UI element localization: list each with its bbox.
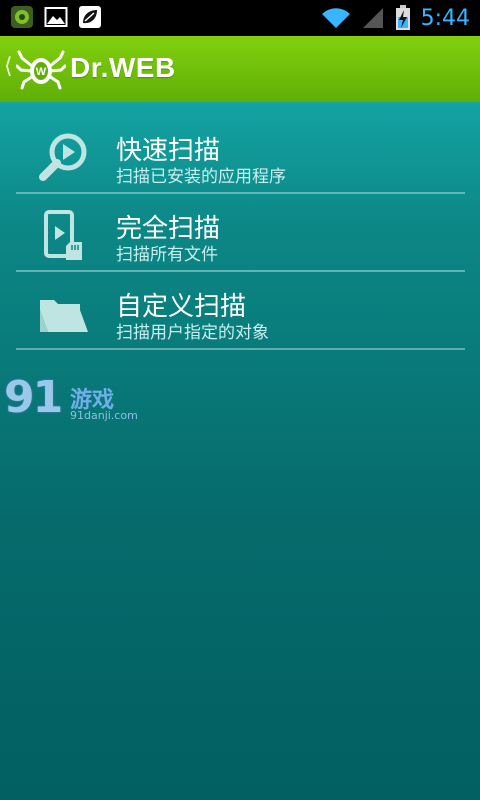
app-notification-icon [11, 6, 33, 28]
watermark-url: 91danji.com [70, 409, 138, 422]
signal-icon [362, 8, 383, 28]
full-scan-item[interactable]: 完全扫描 扫描所有文件 [16, 194, 465, 272]
menu-item-subtitle: 扫描已安装的应用程序 [116, 167, 286, 187]
status-bar: 5:44 [0, 0, 480, 36]
menu-item-subtitle: 扫描用户指定的对象 [116, 323, 269, 343]
watermark-logo: 91 游戏 91danji.com [4, 376, 144, 426]
clock: 5:44 [420, 5, 470, 31]
quick-scan-item[interactable]: 快速扫描 扫描已安装的应用程序 [16, 116, 465, 194]
folder-icon [40, 300, 88, 332]
magnifier-play-icon [39, 133, 87, 181]
action-bar: ⟨ W Dr.WEB [0, 36, 480, 102]
custom-scan-item[interactable]: 自定义扫描 扫描用户指定的对象 [16, 272, 465, 350]
scan-menu: 快速扫描 扫描已安装的应用程序 完全扫描 扫描所有文件 自定义扫描 扫描用户指定… [16, 116, 465, 350]
wifi-icon [321, 8, 350, 28]
menu-item-subtitle: 扫描所有文件 [116, 245, 218, 265]
download-notification-icon [79, 6, 101, 28]
phone-sdcard-icon [44, 210, 82, 260]
svg-text:W: W [36, 66, 47, 78]
drweb-spider-logo-icon[interactable]: W [16, 46, 66, 92]
battery-charging-icon [395, 5, 410, 30]
back-chevron-icon[interactable]: ⟨ [4, 54, 13, 79]
watermark-number: 91 [4, 372, 63, 423]
main-content: 快速扫描 扫描已安装的应用程序 完全扫描 扫描所有文件 自定义扫描 扫描用户指定… [0, 102, 480, 800]
notification-icons [10, 5, 102, 29]
app-title: Dr.WEB [70, 52, 176, 83]
image-notification-icon [44, 7, 68, 27]
